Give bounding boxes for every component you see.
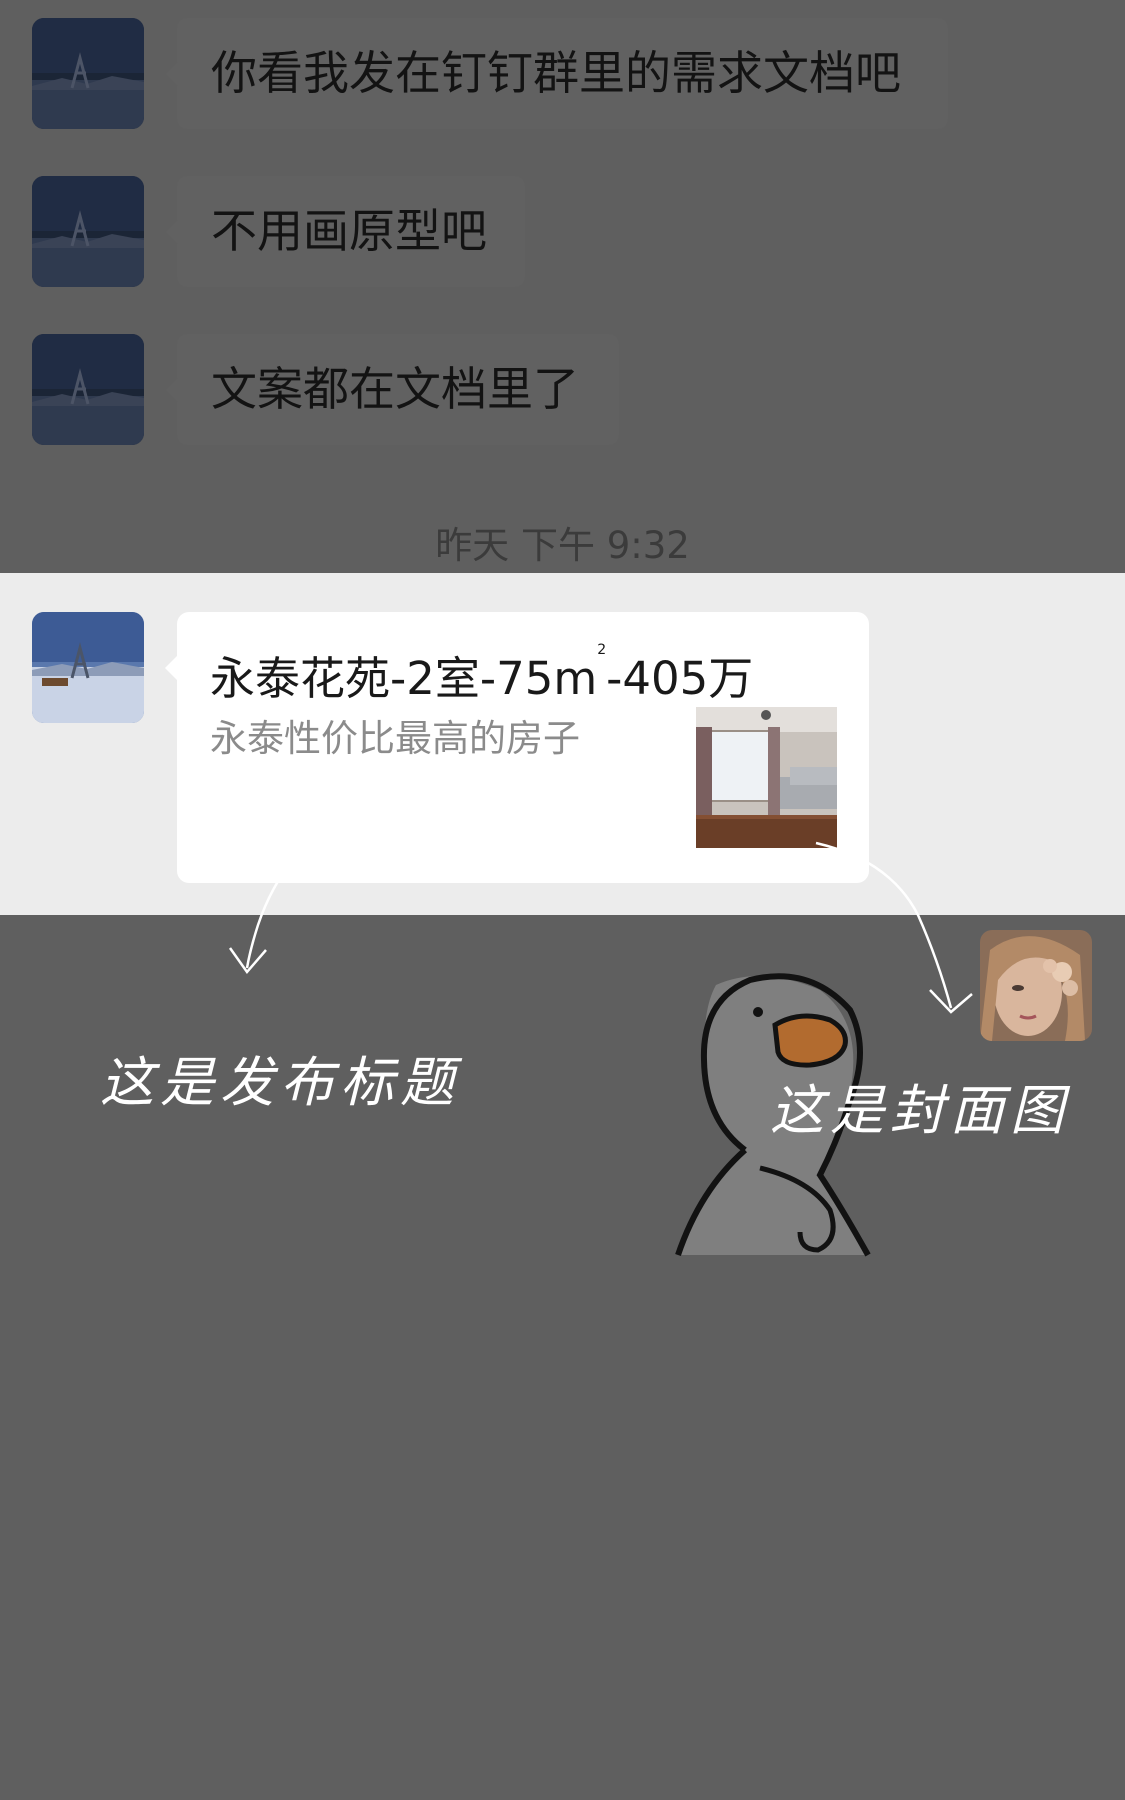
arrow-cover-head bbox=[929, 989, 973, 1014]
arrow-title-line bbox=[245, 801, 383, 969]
annotation-overlay bbox=[228, 801, 973, 1257]
annotation-cover-note: 这是封面图 bbox=[770, 1079, 1070, 1142]
arrow-cover-line bbox=[815, 841, 953, 1009]
annotation-title-note: 这是发布标题 bbox=[100, 1051, 460, 1114]
